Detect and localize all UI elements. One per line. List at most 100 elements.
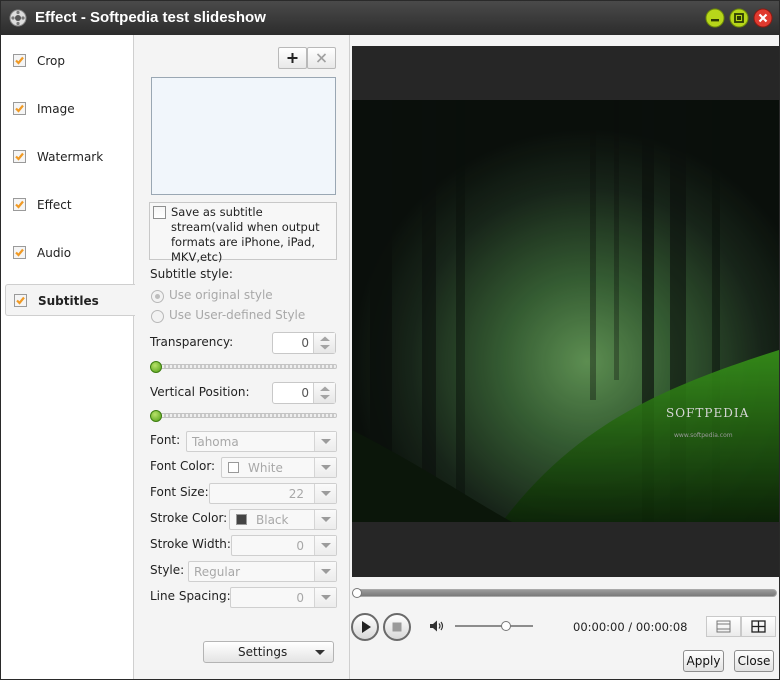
radio-original-style[interactable] <box>151 290 164 303</box>
font-size-select[interactable]: 22 <box>209 483 337 504</box>
checkbox-checked-icon[interactable] <box>13 102 26 115</box>
nav-label-effect: Effect <box>37 198 72 212</box>
chevron-down-icon[interactable] <box>314 510 336 529</box>
checkbox-checked-icon[interactable] <box>13 246 26 259</box>
play-button[interactable] <box>351 613 379 641</box>
style-value: Regular <box>194 565 241 579</box>
view-single-button[interactable] <box>706 616 741 637</box>
apply-button[interactable]: Apply <box>683 650 724 672</box>
vertical-position-label: Vertical Position: <box>150 385 250 399</box>
stroke-width-select[interactable]: 0 <box>231 535 337 556</box>
window-title: Effect - Softpedia test slideshow <box>35 9 266 26</box>
line-spacing-value: 0 <box>296 591 304 605</box>
play-icon <box>362 621 371 633</box>
nav-item-subtitles[interactable]: Subtitles <box>5 284 135 316</box>
font-size-label: Font Size: <box>150 485 209 499</box>
checkbox-checked-icon[interactable] <box>13 150 26 163</box>
font-size-value: 22 <box>288 487 304 501</box>
playback-progress-bar[interactable] <box>353 589 777 597</box>
app-icon <box>9 9 27 27</box>
preview-watermark: SOFTPEDIA <box>666 406 750 420</box>
title-bar[interactable]: Effect - Softpedia test slideshow <box>1 1 779 35</box>
playback-time: 00:00:00 / 00:00:08 <box>573 620 688 634</box>
font-color-select[interactable]: White <box>221 457 337 478</box>
add-subtitle-button[interactable] <box>278 47 307 69</box>
minimize-button[interactable] <box>705 8 725 28</box>
vertical-position-slider-handle[interactable] <box>150 410 162 422</box>
chevron-down-icon[interactable] <box>314 432 336 451</box>
subtitle-style-heading: Subtitle style: <box>150 267 233 281</box>
nav-item-audio[interactable]: Audio <box>5 237 134 269</box>
close-window-button[interactable] <box>753 8 773 28</box>
stroke-color-label: Stroke Color: <box>150 511 228 525</box>
nav-item-image[interactable]: Image <box>5 93 134 125</box>
nav-label-image: Image <box>37 102 75 116</box>
view-split-icon <box>751 620 766 633</box>
remove-subtitle-button[interactable] <box>307 47 336 69</box>
volume-icon[interactable] <box>429 619 445 636</box>
view-split-button[interactable] <box>741 616 776 637</box>
nav-item-effect[interactable]: Effect <box>5 189 134 221</box>
vertical-position-slider[interactable] <box>151 413 337 418</box>
stop-icon <box>392 622 402 632</box>
stroke-width-value: 0 <box>296 539 304 553</box>
line-spacing-select[interactable]: 0 <box>230 587 337 608</box>
effect-nav: Crop Image Watermark Effect Audio Subtit… <box>1 35 135 679</box>
checkbox-checked-icon[interactable] <box>14 294 27 307</box>
add-icon <box>287 53 298 63</box>
volume-slider-handle[interactable] <box>500 621 511 631</box>
stroke-color-select[interactable]: Black <box>229 509 337 530</box>
subtitle-file-list[interactable] <box>151 77 336 195</box>
font-value: Tahoma <box>192 435 239 449</box>
stroke-width-label: Stroke Width: <box>150 537 231 551</box>
transparency-slider[interactable] <box>151 364 337 369</box>
video-preview: SOFTPEDIA www.softpedia.com <box>352 46 779 577</box>
spinner-arrows-icon[interactable] <box>313 333 335 353</box>
checkbox-checked-icon[interactable] <box>13 54 26 67</box>
font-select[interactable]: Tahoma <box>186 431 337 452</box>
font-color-label: Font Color: <box>150 459 216 473</box>
nav-label-subtitles: Subtitles <box>38 294 99 308</box>
playback-progress-handle[interactable] <box>352 588 362 598</box>
close-icon <box>753 8 773 28</box>
spinner-arrows-icon[interactable] <box>313 383 335 403</box>
vertical-position-value: 0 <box>301 386 309 400</box>
stroke-color-value: Black <box>256 513 289 527</box>
save-stream-label: Save as subtitle stream(valid when outpu… <box>171 205 320 264</box>
user-defined-style-label: Use User-defined Style <box>169 308 306 322</box>
transparency-spinner[interactable]: 0 <box>272 332 336 354</box>
view-single-icon <box>716 620 731 633</box>
chevron-down-icon[interactable] <box>314 536 336 555</box>
chevron-down-icon[interactable] <box>314 588 336 607</box>
style-select[interactable]: Regular <box>188 561 337 582</box>
chevron-down-icon[interactable] <box>314 484 336 503</box>
save-stream-checkbox[interactable] <box>153 206 166 219</box>
style-label: Style: <box>150 563 185 577</box>
close-button[interactable]: Close <box>734 650 774 672</box>
nav-label-watermark: Watermark <box>37 150 104 164</box>
radio-user-defined-style[interactable] <box>151 310 164 323</box>
nav-item-watermark[interactable]: Watermark <box>5 141 134 173</box>
font-color-value: White <box>248 461 283 475</box>
checkbox-checked-icon[interactable] <box>13 198 26 211</box>
maximize-icon <box>729 8 749 28</box>
settings-button[interactable]: Settings <box>203 641 334 663</box>
nav-label-audio: Audio <box>37 246 72 260</box>
effect-window: Effect - Softpedia test slideshow Crop I… <box>0 0 780 680</box>
vertical-position-spinner[interactable]: 0 <box>272 382 336 404</box>
original-style-label: Use original style <box>169 288 273 302</box>
minimize-icon <box>705 8 725 28</box>
stop-button[interactable] <box>383 613 411 641</box>
volume-slider[interactable] <box>455 625 533 627</box>
chevron-down-icon[interactable] <box>314 458 336 477</box>
nav-item-crop[interactable]: Crop <box>5 45 134 77</box>
maximize-button[interactable] <box>729 8 749 28</box>
line-spacing-label: Line Spacing: <box>150 589 231 603</box>
preview-watermark-url: www.softpedia.com <box>674 432 733 439</box>
transparency-slider-handle[interactable] <box>150 361 162 373</box>
preview-image: SOFTPEDIA www.softpedia.com <box>352 100 779 522</box>
transparency-label: Transparency: <box>150 335 234 349</box>
subtitles-panel: Save as subtitle stream(valid when outpu… <box>135 35 350 679</box>
transparency-value: 0 <box>301 336 309 350</box>
chevron-down-icon[interactable] <box>314 562 336 581</box>
